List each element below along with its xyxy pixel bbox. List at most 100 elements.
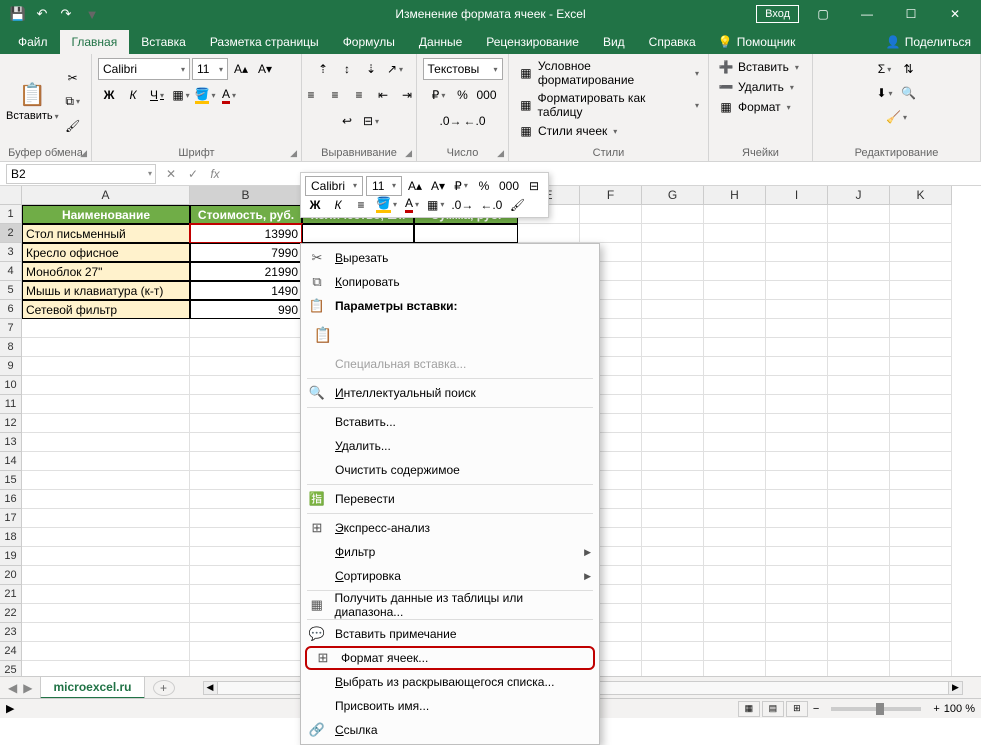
- cell-J12[interactable]: [828, 414, 890, 433]
- cell-J21[interactable]: [828, 585, 890, 604]
- cell-I13[interactable]: [766, 433, 828, 452]
- zoom-in-button[interactable]: +: [933, 703, 939, 715]
- tab-insert[interactable]: Вставка: [129, 30, 198, 54]
- cell-A5[interactable]: Мышь и клавиатура (к-т): [22, 281, 190, 300]
- col-header-B[interactable]: B: [190, 186, 302, 205]
- cell-H4[interactable]: [704, 262, 766, 281]
- cell-K1[interactable]: [890, 205, 952, 224]
- cell-A18[interactable]: [22, 528, 190, 547]
- row-header-17[interactable]: 17: [0, 509, 22, 528]
- cell-J16[interactable]: [828, 490, 890, 509]
- view-page-break-icon[interactable]: ⊞: [786, 701, 808, 717]
- cell-K4[interactable]: [890, 262, 952, 281]
- ctx-link[interactable]: 🔗Ссылка: [301, 718, 599, 742]
- col-header-K[interactable]: K: [890, 186, 952, 205]
- ctx-paste-option[interactable]: 📋: [307, 320, 593, 350]
- mini-currency-icon[interactable]: ₽▾: [451, 176, 471, 196]
- cell-A4[interactable]: Моноблок 27": [22, 262, 190, 281]
- align-middle-icon[interactable]: ↕: [336, 58, 358, 80]
- cell-F1[interactable]: [580, 205, 642, 224]
- cell-I4[interactable]: [766, 262, 828, 281]
- mini-bold-button[interactable]: Ж: [305, 195, 325, 215]
- col-header-J[interactable]: J: [828, 186, 890, 205]
- cell-I14[interactable]: [766, 452, 828, 471]
- cell-J23[interactable]: [828, 623, 890, 642]
- cancel-formula-icon[interactable]: ✕: [160, 167, 182, 181]
- cell-A16[interactable]: [22, 490, 190, 509]
- font-size-combo[interactable]: 11▾: [192, 58, 228, 80]
- alignment-launcher-icon[interactable]: ◢: [405, 148, 412, 159]
- ctx-insert[interactable]: Вставить...: [301, 410, 599, 434]
- cell-H16[interactable]: [704, 490, 766, 509]
- row-header-23[interactable]: 23: [0, 623, 22, 642]
- cell-H25[interactable]: [704, 661, 766, 676]
- row-header-9[interactable]: 9: [0, 357, 22, 376]
- insert-cells-button[interactable]: ➕Вставить▾: [715, 58, 802, 76]
- cell-B18[interactable]: [190, 528, 302, 547]
- mini-merge-icon[interactable]: ⊟: [524, 176, 544, 196]
- cell-I22[interactable]: [766, 604, 828, 623]
- cell-J3[interactable]: [828, 243, 890, 262]
- cell-H24[interactable]: [704, 642, 766, 661]
- ctx-get-table-data[interactable]: ▦Получить данные из таблицы или диапазон…: [301, 593, 599, 617]
- cell-H7[interactable]: [704, 319, 766, 338]
- cell-H12[interactable]: [704, 414, 766, 433]
- zoom-percent[interactable]: 100 %: [944, 703, 975, 715]
- cell-B25[interactable]: [190, 661, 302, 676]
- cell-I6[interactable]: [766, 300, 828, 319]
- cell-B4[interactable]: 21990: [190, 262, 302, 281]
- cell-K8[interactable]: [890, 338, 952, 357]
- cell-J14[interactable]: [828, 452, 890, 471]
- cell-G17[interactable]: [642, 509, 704, 528]
- undo-icon[interactable]: ↶: [32, 4, 52, 24]
- cell-A13[interactable]: [22, 433, 190, 452]
- cell-J25[interactable]: [828, 661, 890, 676]
- cell-I21[interactable]: [766, 585, 828, 604]
- row-header-6[interactable]: 6: [0, 300, 22, 319]
- cell-B6[interactable]: 990: [190, 300, 302, 319]
- percent-icon[interactable]: %: [452, 84, 474, 106]
- cell-H9[interactable]: [704, 357, 766, 376]
- select-all-corner[interactable]: [0, 186, 22, 205]
- cell-G21[interactable]: [642, 585, 704, 604]
- cell-K19[interactable]: [890, 547, 952, 566]
- fill-color-icon[interactable]: 🪣▾: [194, 84, 216, 106]
- cell-B9[interactable]: [190, 357, 302, 376]
- cell-I1[interactable]: [766, 205, 828, 224]
- cell-A3[interactable]: Кресло офисное: [22, 243, 190, 262]
- cell-J1[interactable]: [828, 205, 890, 224]
- ctx-pick-from-list[interactable]: Выбрать из раскрывающегося списка...: [301, 670, 599, 694]
- cell-K11[interactable]: [890, 395, 952, 414]
- mini-format-painter-icon[interactable]: 🖌: [507, 195, 527, 215]
- cell-B16[interactable]: [190, 490, 302, 509]
- cell-K23[interactable]: [890, 623, 952, 642]
- cell-J11[interactable]: [828, 395, 890, 414]
- clipboard-launcher-icon[interactable]: ◢: [80, 148, 87, 159]
- tab-view[interactable]: Вид: [591, 30, 637, 54]
- cell-K20[interactable]: [890, 566, 952, 585]
- view-page-layout-icon[interactable]: ▤: [762, 701, 784, 717]
- row-header-19[interactable]: 19: [0, 547, 22, 566]
- cell-G23[interactable]: [642, 623, 704, 642]
- row-header-20[interactable]: 20: [0, 566, 22, 585]
- cell-K10[interactable]: [890, 376, 952, 395]
- font-color-icon[interactable]: A▾: [218, 84, 240, 106]
- merge-cells-icon[interactable]: ⊟▾: [360, 110, 382, 132]
- tab-review[interactable]: Рецензирование: [474, 30, 591, 54]
- cell-F2[interactable]: [580, 224, 642, 243]
- cell-G25[interactable]: [642, 661, 704, 676]
- cell-J19[interactable]: [828, 547, 890, 566]
- cell-G9[interactable]: [642, 357, 704, 376]
- cell-J7[interactable]: [828, 319, 890, 338]
- align-center-icon[interactable]: ≡: [324, 84, 346, 106]
- mini-decrease-font-icon[interactable]: A▾: [428, 176, 448, 196]
- redo-icon[interactable]: ↷: [56, 4, 76, 24]
- mini-italic-button[interactable]: К: [328, 195, 348, 215]
- wrap-text-icon[interactable]: ↩: [336, 110, 358, 132]
- save-icon[interactable]: 💾: [8, 4, 28, 24]
- cell-G1[interactable]: [642, 205, 704, 224]
- cell-I3[interactable]: [766, 243, 828, 262]
- cell-B3[interactable]: 7990: [190, 243, 302, 262]
- row-header-8[interactable]: 8: [0, 338, 22, 357]
- cell-H19[interactable]: [704, 547, 766, 566]
